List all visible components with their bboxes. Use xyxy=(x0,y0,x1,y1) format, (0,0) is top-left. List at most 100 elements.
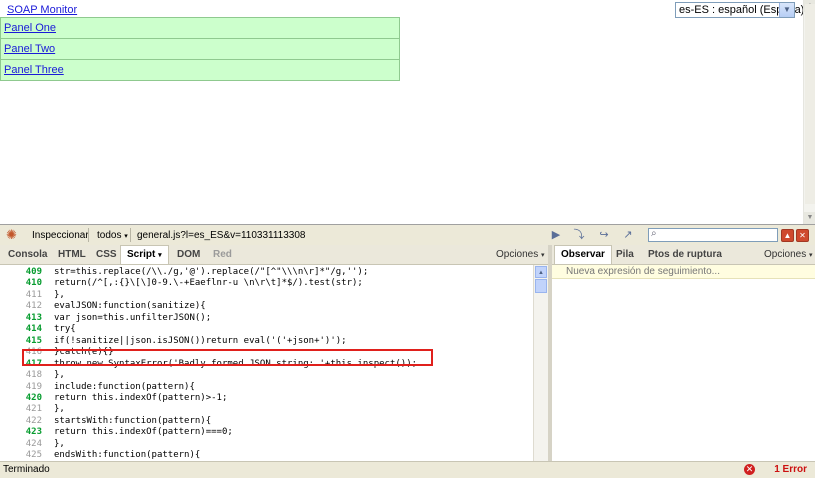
continue-icon[interactable]: ▶ xyxy=(548,228,564,242)
line-number[interactable]: 424 xyxy=(0,438,42,450)
panel-three[interactable]: Panel Three xyxy=(0,60,400,81)
line-number[interactable]: 409 xyxy=(0,266,42,278)
code-line[interactable]: 420 return this.indexOf(pattern)>-1; xyxy=(0,392,533,404)
code-line[interactable]: 410 return(/^[,:{}\[\]0-9.\-+Eaeflnr-u \n… xyxy=(0,277,533,289)
firebug-bug-icon[interactable]: ✺ xyxy=(6,228,22,242)
tab-css[interactable]: CSS xyxy=(96,249,117,260)
tab-pila[interactable]: Pila xyxy=(616,249,634,260)
filter-dropdown[interactable]: todos ▾ xyxy=(97,230,128,241)
panel-two-link[interactable]: Panel Two xyxy=(4,43,55,55)
line-number[interactable]: 421 xyxy=(0,403,42,415)
line-number[interactable]: 411 xyxy=(0,289,42,301)
code-text: }, xyxy=(54,403,65,415)
line-number[interactable]: 422 xyxy=(0,415,42,427)
panel-one-link[interactable]: Panel One xyxy=(4,22,56,34)
watch-placeholder: Nueva expresión de seguimiento... xyxy=(566,266,720,277)
soap-monitor-link[interactable]: SOAP Monitor xyxy=(7,4,77,16)
code-line[interactable]: 423 return this.indexOf(pattern)===0; xyxy=(0,426,533,438)
error-line-highlight xyxy=(22,349,433,366)
code-text: }, xyxy=(54,369,65,381)
minimize-icon[interactable]: ▲ xyxy=(781,229,794,242)
status-bar: Terminado ✕ 1 Error xyxy=(0,461,815,478)
code-text: include:function(pattern){ xyxy=(54,381,195,393)
code-text: return(/^[,:{}\[\]0-9.\-+Eaeflnr-u \n\r\… xyxy=(54,277,363,289)
panel-two[interactable]: Panel Two xyxy=(0,39,400,60)
line-number[interactable]: 420 xyxy=(0,392,42,404)
code-text: return this.indexOf(pattern)>-1; xyxy=(54,392,227,404)
code-text: if(!sanitize||json.isJSON())return eval(… xyxy=(54,335,347,347)
step-over-icon[interactable]: ⤵ xyxy=(571,228,587,242)
code-text: }, xyxy=(54,289,65,301)
script-options-menu[interactable]: Opciones ▾ xyxy=(496,249,545,260)
step-out-icon[interactable]: ↗ xyxy=(620,228,636,242)
line-number[interactable]: 418 xyxy=(0,369,42,381)
toolbar-divider xyxy=(130,228,131,242)
language-select[interactable]: es-ES : español (España) ▼ xyxy=(675,2,795,18)
line-number[interactable]: 413 xyxy=(0,312,42,324)
new-watch-expression[interactable]: Nueva expresión de seguimiento... xyxy=(552,265,815,279)
dropdown-arrow-icon: ▾ xyxy=(809,252,813,259)
error-count[interactable]: 1 Error xyxy=(774,464,807,475)
chevron-down-icon[interactable]: ▼ xyxy=(779,3,794,17)
web-page: SOAP Monitor es-ES : español (España) ▼ … xyxy=(0,0,815,224)
code-text: endsWith:function(pattern){ xyxy=(54,449,200,461)
code-line[interactable]: 421}, xyxy=(0,403,533,415)
dropdown-arrow-icon: ▾ xyxy=(158,252,162,259)
code-line[interactable]: 412evalJSON:function(sanitize){ xyxy=(0,300,533,312)
tab-dom[interactable]: DOM xyxy=(177,249,200,260)
options-label: Opciones xyxy=(764,249,806,260)
code-line[interactable]: 411}, xyxy=(0,289,533,301)
side-options-menu[interactable]: Opciones ▾ xyxy=(764,249,813,260)
code-text: str=this.replace(/\\./g,'@').replace(/"[… xyxy=(54,266,368,278)
dropdown-arrow-icon: ▾ xyxy=(124,233,128,240)
watch-list xyxy=(552,279,815,461)
panel-list: Panel One Panel Two Panel Three xyxy=(0,17,400,81)
line-number[interactable]: 414 xyxy=(0,323,42,335)
error-icon[interactable]: ✕ xyxy=(744,464,755,475)
scroll-up-icon[interactable]: ▲ xyxy=(535,266,547,278)
line-number[interactable]: 410 xyxy=(0,277,42,289)
scroll-down-icon[interactable]: ▼ xyxy=(804,212,815,224)
code-line[interactable]: 419 include:function(pattern){ xyxy=(0,381,533,393)
scroll-thumb[interactable] xyxy=(535,279,547,293)
scroll-thumb[interactable] xyxy=(805,4,815,204)
step-into-icon[interactable]: ↪ xyxy=(596,228,612,242)
tab-script-label: Script xyxy=(127,249,155,260)
tab-red[interactable]: Red xyxy=(213,249,232,260)
tab-observar[interactable]: Observar xyxy=(554,245,612,264)
code-line[interactable]: 422startsWith:function(pattern){ xyxy=(0,415,533,427)
code-line[interactable]: 418}, xyxy=(0,369,533,381)
code-scrollbar[interactable]: ▲ xyxy=(533,265,548,461)
line-number[interactable]: 415 xyxy=(0,335,42,347)
code-text: return this.indexOf(pattern)===0; xyxy=(54,426,233,438)
code-text: try{ xyxy=(54,323,76,335)
line-number[interactable]: 425 xyxy=(0,449,42,461)
code-line[interactable]: 409 str=this.replace(/\\./g,'@').replace(… xyxy=(0,266,533,278)
code-line[interactable]: 425 endsWith:function(pattern){ xyxy=(0,449,533,461)
side-panel-tab-bar: Observar Pila Ptos de ruptura Opciones ▾ xyxy=(552,245,815,265)
panel-one[interactable]: Panel One xyxy=(0,17,400,39)
tab-ptos-de-ruptura[interactable]: Ptos de ruptura xyxy=(648,249,722,260)
firebug-toolbar: ✺ Inspeccionar todos ▾ general.js?l=es_E… xyxy=(0,225,815,246)
code-line[interactable]: 424}, xyxy=(0,438,533,450)
tab-html[interactable]: HTML xyxy=(58,249,86,260)
code-line[interactable]: 415 if(!sanitize||json.isJSON())return ev… xyxy=(0,335,533,347)
search-icon: ⌕ xyxy=(651,228,657,239)
tab-script[interactable]: Script ▾ xyxy=(120,245,169,264)
panel-three-link[interactable]: Panel Three xyxy=(4,64,64,76)
code-text: }, xyxy=(54,438,65,450)
inspect-button[interactable]: Inspeccionar xyxy=(32,230,89,241)
line-number[interactable]: 423 xyxy=(0,426,42,438)
status-text: Terminado xyxy=(3,464,50,475)
search-input[interactable]: ⌕ xyxy=(648,228,778,242)
code-line[interactable]: 413var json=this.unfilterJSON(); xyxy=(0,312,533,324)
code-line[interactable]: 414 try{ xyxy=(0,323,533,335)
close-icon[interactable]: ✕ xyxy=(796,229,809,242)
tab-consola[interactable]: Consola xyxy=(8,249,47,260)
line-number[interactable]: 419 xyxy=(0,381,42,393)
script-file-selector[interactable]: general.js?l=es_ES&v=110331113308 xyxy=(137,230,305,241)
toolbar-divider xyxy=(88,228,89,242)
options-label: Opciones xyxy=(496,249,538,260)
line-number[interactable]: 412 xyxy=(0,300,42,312)
page-scrollbar[interactable]: ▲ ▼ xyxy=(803,0,815,224)
